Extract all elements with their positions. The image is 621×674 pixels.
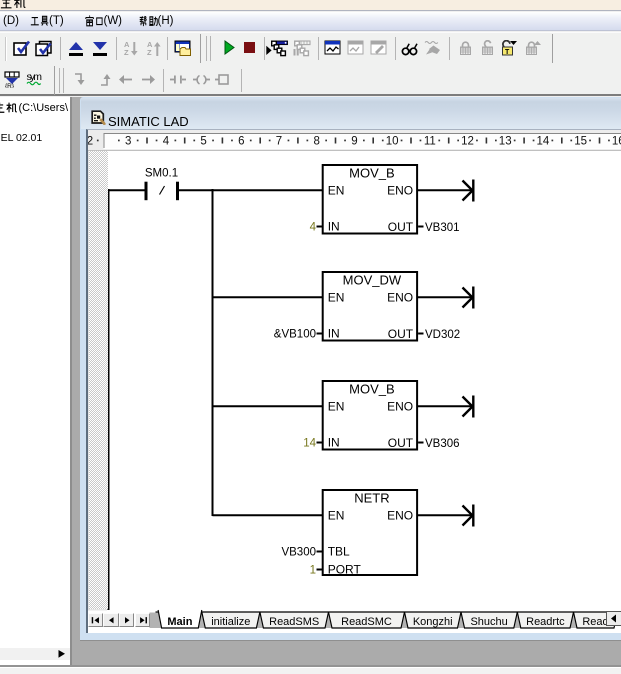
svg-text:VB301: VB301 <box>425 222 460 234</box>
svg-text:16: 16 <box>612 136 621 148</box>
svg-text:Readrtc: Readrtc <box>526 616 565 628</box>
svg-text:ReadSMS: ReadSMS <box>269 616 319 628</box>
svg-text:Z: Z <box>147 48 152 57</box>
svg-text:VD302: VD302 <box>425 329 460 341</box>
svg-text:13: 13 <box>499 136 512 148</box>
svg-text:VB300: VB300 <box>281 547 316 559</box>
svg-text:&VB100: &VB100 <box>274 329 316 341</box>
svg-text:MOV_B: MOV_B <box>349 166 395 181</box>
svg-text:NETR: NETR <box>354 491 389 506</box>
svg-text:5: 5 <box>200 136 206 148</box>
svg-text:EN: EN <box>328 509 345 523</box>
svg-text:OUT: OUT <box>388 436 414 450</box>
svg-text:14: 14 <box>303 438 316 450</box>
svg-text:15: 15 <box>574 136 587 148</box>
svg-text:ENO: ENO <box>387 184 413 198</box>
svg-text:3: 3 <box>125 136 131 148</box>
svg-text:Kongzhi: Kongzhi <box>413 616 453 628</box>
svg-text:2: 2 <box>88 136 93 148</box>
svg-text:ReadSMC: ReadSMC <box>341 616 392 628</box>
svg-text:11: 11 <box>424 136 436 148</box>
svg-text:SM0.1: SM0.1 <box>145 168 178 180</box>
svg-text:14: 14 <box>537 136 550 148</box>
svg-text:IN: IN <box>328 327 340 341</box>
svg-text:4: 4 <box>163 136 170 148</box>
svg-text:PORT: PORT <box>328 563 362 577</box>
svg-text:sym: sym <box>27 71 43 83</box>
svg-text:MOV_B: MOV_B <box>349 382 395 397</box>
svg-text:6: 6 <box>238 136 244 148</box>
svg-text:EN: EN <box>328 400 345 414</box>
svg-text:10: 10 <box>386 136 399 148</box>
svg-text:IN: IN <box>328 220 340 234</box>
svg-text:ENO: ENO <box>387 291 413 305</box>
svg-text:9: 9 <box>351 136 357 148</box>
svg-text:ENO: ENO <box>387 400 413 414</box>
svg-text:IN: IN <box>328 436 340 450</box>
svg-text:EN: EN <box>328 184 345 198</box>
svg-text:{R}: {R} <box>5 83 15 88</box>
svg-text:initialize: initialize <box>211 616 250 628</box>
svg-text:ENO: ENO <box>387 509 413 523</box>
svg-text:MOV_DW: MOV_DW <box>343 273 402 288</box>
svg-text:8: 8 <box>313 136 319 148</box>
svg-text:Main: Main <box>167 616 192 628</box>
svg-text:OUT: OUT <box>388 220 414 234</box>
svg-text:Z: Z <box>124 48 129 57</box>
svg-text:7: 7 <box>276 136 282 148</box>
svg-text:EN: EN <box>328 291 345 305</box>
svg-text:12: 12 <box>461 136 474 148</box>
svg-text:T: T <box>505 49 510 56</box>
svg-text:OUT: OUT <box>388 327 414 341</box>
svg-text:TBL: TBL <box>328 545 350 559</box>
svg-text:Shuchu: Shuchu <box>470 616 507 628</box>
svg-text:1: 1 <box>310 565 316 577</box>
svg-text:VB306: VB306 <box>425 438 460 450</box>
svg-text:4: 4 <box>310 222 317 234</box>
